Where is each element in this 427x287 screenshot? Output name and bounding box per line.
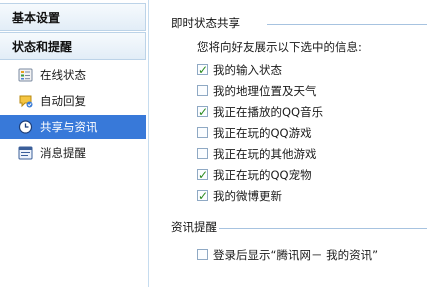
nav-status-reminders[interactable]: 状态和提醒 xyxy=(0,32,146,60)
message-reminder-icon xyxy=(18,146,33,160)
checkbox[interactable] xyxy=(197,249,208,260)
checkbox[interactable] xyxy=(197,188,208,204)
sidebar-item-label: 在线状态 xyxy=(40,68,86,82)
option-label: 我正在玩的其他游戏 xyxy=(213,147,317,161)
option-label: 我正在玩的QQ游戏 xyxy=(213,126,312,140)
divider xyxy=(267,24,427,25)
checkbox[interactable] xyxy=(197,104,208,120)
sidebar-item-online-status[interactable]: 在线状态 xyxy=(0,63,146,87)
nav-basic-settings[interactable]: 基本设置 xyxy=(0,3,146,31)
clock-icon xyxy=(18,120,33,134)
checkbox[interactable] xyxy=(197,62,208,78)
sidebar-item-share-news[interactable]: 共享与资讯 xyxy=(0,115,146,139)
option-label: 我正在玩的QQ宠物 xyxy=(213,168,312,182)
main-panel: 即时状态共享 您将向好友展示以下选中的信息: 我的输入状态 我的地理位置及天气 … xyxy=(149,0,427,287)
share-section-title: 即时状态共享 xyxy=(171,16,240,30)
checkbox[interactable] xyxy=(197,127,208,138)
sidebar-item-label: 共享与资讯 xyxy=(40,120,98,134)
option-label: 我的输入状态 xyxy=(213,63,282,77)
sidebar-item-label: 自动回复 xyxy=(40,94,86,108)
divider xyxy=(219,228,427,229)
option-label: 我的地理位置及天气 xyxy=(213,84,317,98)
news-section-title: 资讯提醒 xyxy=(171,220,217,234)
sidebar: 基本设置 状态和提醒 在线状态 自动回复 共享与资讯 消息提醒 xyxy=(0,0,149,287)
auto-reply-icon xyxy=(19,95,33,108)
checkbox[interactable] xyxy=(197,85,208,96)
option-label: 我的微博更新 xyxy=(213,189,282,203)
option-label: 我正在播放的QQ音乐 xyxy=(213,105,324,119)
online-status-icon xyxy=(18,68,33,82)
sidebar-item-auto-reply[interactable]: 自动回复 xyxy=(0,89,146,113)
option-label: 登录后显示“腾讯网－ 我的资讯” xyxy=(213,248,379,262)
checkbox[interactable] xyxy=(197,148,208,159)
checkbox[interactable] xyxy=(197,167,208,183)
sidebar-item-message-reminder[interactable]: 消息提醒 xyxy=(0,141,146,165)
share-section-description: 您将向好友展示以下选中的信息: xyxy=(197,40,362,54)
sidebar-item-label: 消息提醒 xyxy=(40,146,86,160)
